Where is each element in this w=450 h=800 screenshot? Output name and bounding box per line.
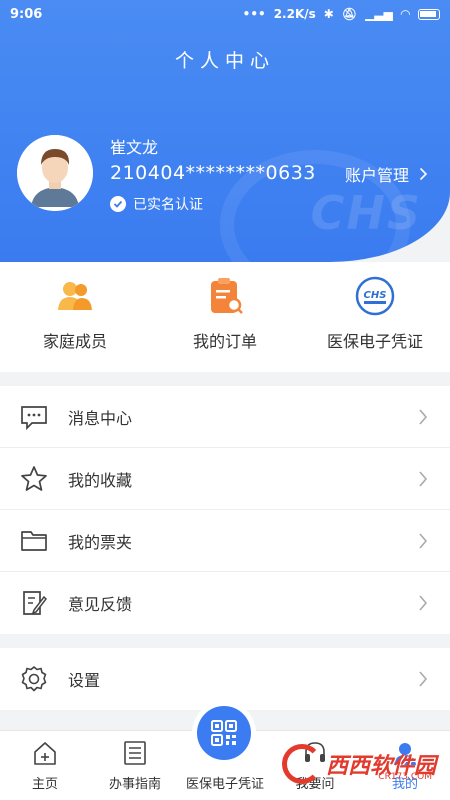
menu-list: 消息中心 我的收藏 我的票夹 意见反馈: [0, 386, 450, 634]
status-time: 9:06: [10, 7, 43, 22]
user-id-number: 210404********0633: [110, 162, 316, 184]
menu-label: 消息中心: [68, 408, 133, 428]
user-name: 崔文龙: [110, 138, 159, 157]
gear-icon: [20, 665, 48, 693]
chevron-right-icon: [419, 671, 428, 687]
settings-section: 设置: [0, 648, 450, 710]
menu-label: 意见反馈: [68, 595, 133, 614]
qr-icon: [211, 720, 237, 746]
profile-header: CHS: [0, 0, 450, 262]
chevron-right-icon: [419, 409, 428, 425]
account-manage-button[interactable]: 账户管理: [345, 162, 428, 186]
qr-code-button[interactable]: [197, 706, 251, 760]
tab-guide[interactable]: 办事指南: [90, 731, 180, 800]
family-members-label: 家庭成员: [42, 332, 107, 351]
chs-icon: CHS: [355, 276, 395, 316]
status-bar: 9:06 ••• 2.2K/s ✱ 🔕︎ ▁▃▅ ◠: [0, 0, 450, 30]
medical-e-voucher-label: 医保电子凭证: [326, 332, 423, 351]
menu-item-feedback[interactable]: 意见反馈: [0, 572, 450, 634]
verified-text: 已实名认证: [133, 197, 203, 213]
chevron-right-icon: [419, 471, 428, 487]
mute-icon: 🔕︎: [341, 7, 358, 21]
chevron-right-icon: [419, 533, 428, 549]
status-icons: ••• 2.2K/s ✱ 🔕︎ ▁▃▅ ◠: [243, 7, 440, 21]
chevron-right-icon: [419, 595, 428, 611]
account-manage-label: 账户管理: [344, 166, 409, 185]
avatar[interactable]: [17, 135, 93, 211]
watermark-subtext: CR173.COM: [378, 772, 432, 782]
menu-item-favorites[interactable]: 我的收藏: [0, 448, 450, 510]
chs-logo-text: CHS: [364, 290, 387, 301]
home-icon: [31, 739, 59, 767]
my-orders-label: 我的订单: [192, 332, 257, 351]
site-watermark-logo: 西西软件园 CR173.COM: [281, 744, 436, 784]
bluetooth-icon: ✱: [323, 7, 334, 21]
menu-item-ticket-folder[interactable]: 我的票夹: [0, 510, 450, 572]
watermark-c-icon: [281, 744, 322, 784]
verified-status: 已实名认证: [110, 194, 203, 214]
feedback-icon: [20, 589, 48, 617]
more-dots-icon: •••: [242, 7, 266, 21]
page-title: 个人中心: [174, 50, 275, 72]
order-icon: [205, 276, 245, 316]
message-icon: [20, 403, 48, 431]
network-speed: 2.2K/s: [273, 7, 316, 21]
tab-label: 办事指南: [108, 777, 161, 792]
quick-actions: 家庭成员 我的订单 CHS 医保电子凭证: [0, 262, 450, 372]
tab-label: 医保电子凭证: [185, 777, 264, 792]
family-icon: [55, 276, 95, 316]
star-icon: [20, 465, 48, 493]
my-orders-button[interactable]: 我的订单: [150, 262, 300, 372]
chs-watermark: CHS: [310, 186, 422, 240]
signal-icon: ▁▃▅: [365, 7, 393, 21]
tab-home[interactable]: 主页: [0, 731, 90, 800]
guide-icon: [121, 739, 149, 767]
menu-label: 我的收藏: [68, 470, 133, 490]
menu-label: 设置: [68, 671, 101, 690]
wifi-icon: ◠: [400, 7, 410, 21]
menu-item-settings[interactable]: 设置: [0, 648, 450, 710]
menu-label: 我的票夹: [68, 532, 133, 552]
check-circle-icon: [110, 196, 126, 212]
menu-item-messages[interactable]: 消息中心: [0, 386, 450, 448]
medical-e-voucher-button[interactable]: CHS 医保电子凭证: [300, 262, 450, 372]
battery-icon: [418, 8, 440, 20]
family-members-button[interactable]: 家庭成员: [0, 262, 150, 372]
chevron-right-icon: [419, 167, 428, 181]
folder-icon: [20, 527, 48, 555]
tab-label: 主页: [31, 777, 58, 792]
